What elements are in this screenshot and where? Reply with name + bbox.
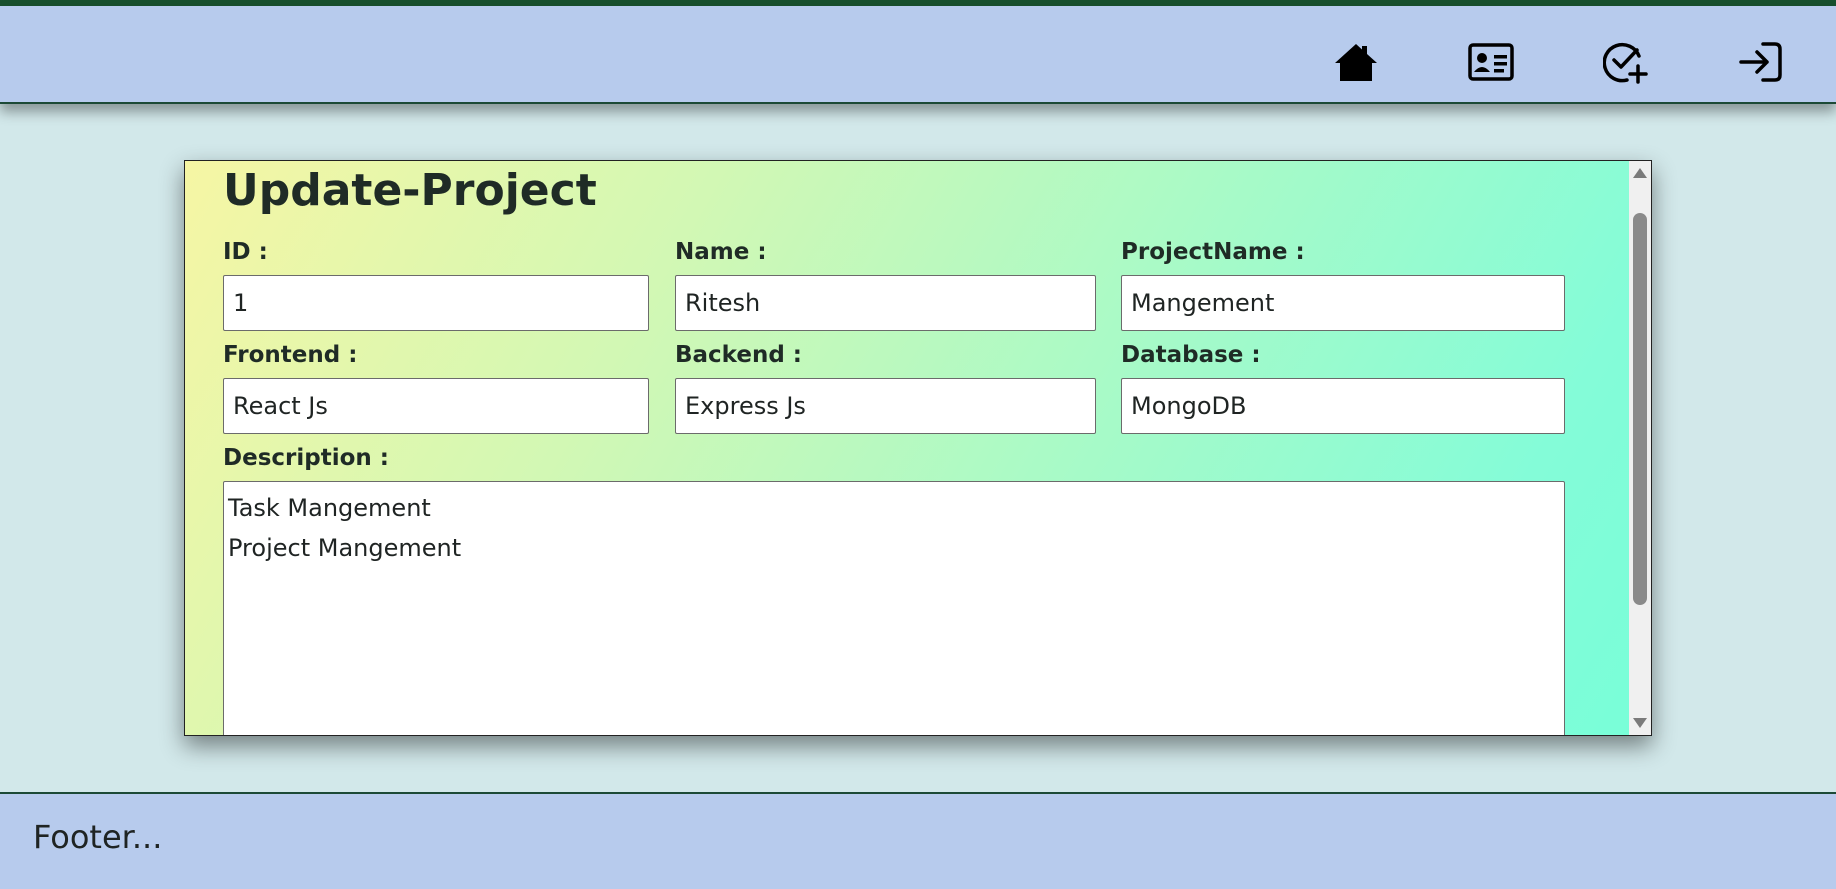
name-label: Name : — [675, 239, 767, 265]
description-textarea[interactable]: Task Mangement Project Mangement — [223, 481, 1565, 735]
navbar — [0, 6, 1836, 104]
check-plus-icon[interactable] — [1602, 38, 1650, 86]
contact-card-icon[interactable] — [1467, 38, 1515, 86]
id-label: ID : — [223, 239, 268, 265]
backend-field[interactable] — [675, 378, 1096, 434]
scroll-down-arrow-icon[interactable] — [1633, 718, 1647, 728]
page-title: Update-Project — [223, 165, 597, 216]
project-name-label: ProjectName : — [1121, 239, 1305, 265]
footer-text: Footer... — [33, 818, 163, 856]
id-field[interactable] — [223, 275, 649, 331]
database-field[interactable] — [1121, 378, 1565, 434]
scrollbar[interactable] — [1629, 161, 1651, 735]
backend-label: Backend : — [675, 342, 803, 368]
home-icon[interactable] — [1332, 38, 1380, 86]
project-name-field[interactable] — [1121, 275, 1565, 331]
frontend-label: Frontend : — [223, 342, 358, 368]
scroll-thumb[interactable] — [1633, 213, 1647, 605]
frontend-field[interactable] — [223, 378, 649, 434]
footer: Footer... — [0, 792, 1836, 889]
name-field[interactable] — [675, 275, 1096, 331]
update-project-card: Update-Project ID : Name : ProjectName :… — [184, 160, 1652, 736]
database-label: Database : — [1121, 342, 1261, 368]
scroll-up-arrow-icon[interactable] — [1633, 168, 1647, 178]
description-label: Description : — [223, 445, 389, 471]
login-arrow-icon[interactable] — [1736, 38, 1784, 86]
